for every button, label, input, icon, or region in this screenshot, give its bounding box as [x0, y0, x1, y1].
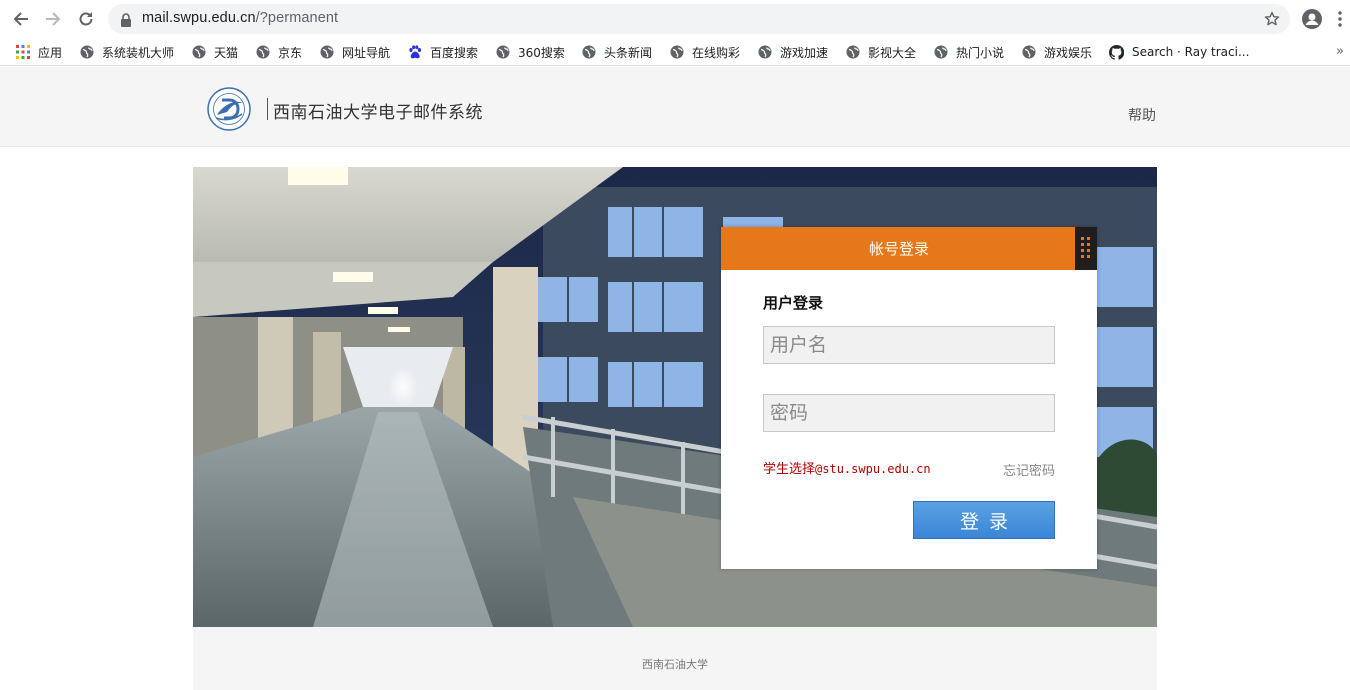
bookmarks-overflow-button[interactable]: » [1336, 44, 1344, 59]
bookmark-label: Search · Ray traci... [1132, 45, 1250, 59]
bookmark-item[interactable]: 京东 [255, 43, 302, 61]
form-title: 用户登录 [763, 294, 824, 312]
bookmark-item[interactable]: Search · Ray traci... [1109, 43, 1249, 61]
github-icon [1109, 44, 1124, 60]
student-tip-label: 学生选择 [763, 462, 816, 477]
bookmark-label: 系统装机大师 [102, 45, 175, 60]
page-footer: 西南石油大学 [193, 627, 1157, 690]
globe-icon [933, 45, 948, 60]
apps-grid-icon [15, 45, 30, 60]
globe-icon [319, 45, 334, 60]
bookmark-label: 360搜索 [518, 45, 565, 60]
address-bar[interactable]: mail.swpu.edu.cn/?permanent [108, 4, 1290, 34]
help-link[interactable]: 帮助 [1128, 105, 1156, 125]
bookmark-label: 游戏娱乐 [1044, 45, 1093, 60]
bookmark-label: 京东 [278, 45, 303, 60]
site-header: 西南石油大学电子邮件系统 帮助 [0, 67, 1350, 147]
globe-icon [757, 45, 772, 60]
bookmark-item[interactable]: 在线购彩 [669, 43, 740, 61]
baidu-paw-icon [407, 45, 422, 60]
globe-icon [191, 45, 206, 60]
bookmark-item[interactable]: 头条新闻 [581, 43, 652, 61]
forgot-password-link[interactable]: 忘记密码 [1003, 460, 1055, 479]
bookmark-item[interactable]: 热门小说 [933, 43, 1004, 61]
bookmark-item[interactable]: 影视大全 [845, 43, 916, 61]
bookmark-star-icon[interactable] [1264, 11, 1280, 31]
back-arrow-icon[interactable] [10, 8, 32, 30]
globe-icon [581, 45, 596, 60]
bookmark-label: 百度搜索 [430, 45, 479, 60]
bookmark-label: 游戏加速 [780, 45, 829, 60]
student-domain-link[interactable]: 学生选择@stu.swpu.edu.cn [763, 458, 931, 477]
profile-avatar-icon[interactable] [1301, 8, 1323, 30]
bookmark-label: 应用 [38, 45, 63, 60]
bookmark-item[interactable]: 360搜索 [495, 43, 565, 61]
login-panel: 帐号登录 用户登录 学生选择@stu.swpu.edu.cn 忘记密码 登录 [721, 227, 1097, 569]
login-button[interactable]: 登录 [913, 501, 1055, 539]
globe-icon [669, 45, 684, 60]
logo-divider [267, 98, 268, 120]
qr-login-toggle-icon[interactable] [1075, 227, 1097, 270]
bookmark-label: 在线购彩 [692, 45, 741, 60]
bookmark-label: 热门小说 [956, 45, 1005, 60]
footer-text: 西南石油大学 [642, 658, 708, 671]
bookmark-label: 影视大全 [868, 45, 917, 60]
globe-icon [845, 45, 860, 60]
bookmark-item[interactable]: 天猫 [191, 43, 238, 61]
bookmark-item[interactable]: 网址导航 [319, 43, 390, 61]
bookmark-item[interactable]: 游戏娱乐 [1021, 43, 1092, 61]
globe-icon [495, 45, 510, 60]
student-tip-domain: @stu.swpu.edu.cn [815, 462, 931, 476]
bookmark-label: 头条新闻 [604, 45, 653, 60]
bookmark-label: 天猫 [214, 45, 239, 60]
lock-icon [120, 12, 132, 31]
username-input[interactable] [763, 326, 1055, 364]
password-input[interactable] [763, 394, 1055, 432]
bookmark-item[interactable]: 系统装机大师 [79, 43, 174, 61]
bookmark-apps[interactable]: 应用 [15, 43, 62, 61]
bookmark-label: 网址导航 [342, 45, 391, 60]
globe-icon [79, 45, 94, 60]
bookmarks-bar: 应用 系统装机大师 天猫 京东 网址导航 百度搜索 360搜索 头条新闻 在线购… [0, 38, 1350, 66]
reload-icon[interactable] [75, 8, 97, 30]
browser-menu-icon[interactable] [1333, 8, 1347, 30]
university-logo [207, 87, 251, 131]
bookmark-item[interactable]: 百度搜索 [407, 43, 478, 61]
forward-arrow-icon[interactable] [42, 8, 64, 30]
login-panel-title: 帐号登录 [868, 240, 929, 258]
url-text: mail.swpu.edu.cn/?permanent [142, 10, 339, 26]
site-title: 西南石油大学电子邮件系统 [273, 103, 483, 123]
bookmark-item[interactable]: 游戏加速 [757, 43, 828, 61]
login-panel-header: 帐号登录 [721, 227, 1097, 270]
globe-icon [1021, 45, 1036, 60]
browser-toolbar: mail.swpu.edu.cn/?permanent [0, 0, 1350, 38]
globe-icon [255, 45, 270, 60]
